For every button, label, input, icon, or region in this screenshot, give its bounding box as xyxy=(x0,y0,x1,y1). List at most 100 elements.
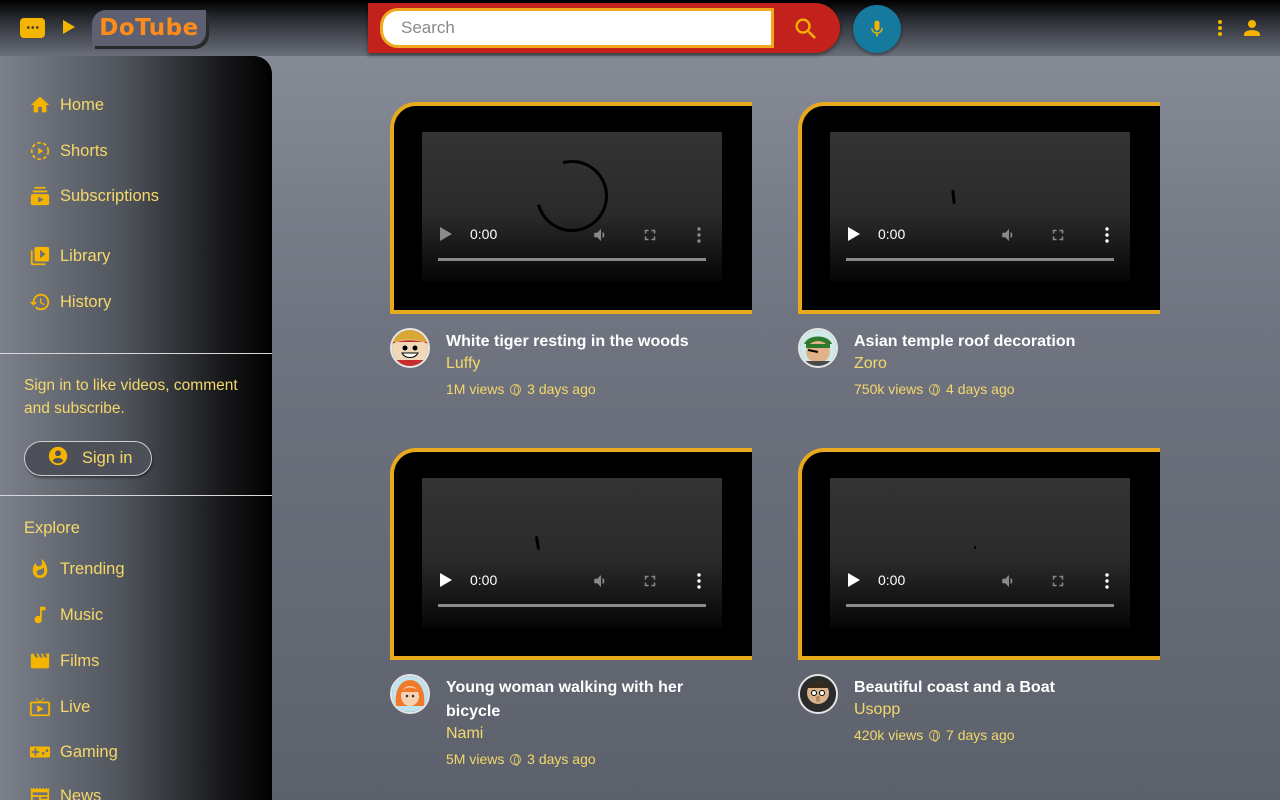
progress-bar[interactable] xyxy=(846,258,1114,261)
sidebar-item-films[interactable]: Films xyxy=(28,647,99,675)
sidebar-item-shorts[interactable]: Shorts xyxy=(28,137,108,165)
play-icon[interactable] xyxy=(440,227,452,241)
video-player[interactable]: 0:00 xyxy=(390,448,752,660)
upload-age: 3 days ago xyxy=(527,751,596,767)
video-time: 0:00 xyxy=(470,572,498,588)
fullscreen-icon[interactable] xyxy=(641,226,659,244)
play-icon[interactable] xyxy=(848,573,860,587)
volume-icon[interactable] xyxy=(1000,226,1018,244)
sidebar-item-gaming[interactable]: Gaming xyxy=(28,738,118,766)
sidebar-item-label: Home xyxy=(60,95,105,114)
sidebar-item-history[interactable]: History xyxy=(28,288,111,316)
news-icon xyxy=(28,784,52,800)
video-player[interactable]: 0:00 xyxy=(390,102,752,314)
sidebar-item-news[interactable]: News xyxy=(28,782,101,800)
video-meta: 750k views 4 days ago xyxy=(854,381,1015,397)
upload-age: 4 days ago xyxy=(946,381,1015,397)
loading-spinner xyxy=(534,535,541,551)
video-more-icon[interactable] xyxy=(690,572,708,590)
video-player[interactable]: 0:00 xyxy=(798,102,1160,314)
history-icon xyxy=(28,290,52,314)
sidebar-item-trending[interactable]: Trending xyxy=(28,555,125,583)
upload-age: 3 days ago xyxy=(527,381,596,397)
live-icon xyxy=(28,695,52,719)
progress-bar[interactable] xyxy=(846,604,1114,607)
globe-icon xyxy=(929,730,941,742)
channel-avatar[interactable] xyxy=(390,674,430,714)
upload-age: 7 days ago xyxy=(946,727,1015,743)
channel-name[interactable]: Usopp xyxy=(854,701,900,719)
view-count: 420k views xyxy=(854,727,924,743)
library-icon xyxy=(28,244,52,268)
volume-icon[interactable] xyxy=(592,572,610,590)
loading-spinner xyxy=(974,546,976,549)
video-title[interactable]: Young woman walking with her bicycle xyxy=(446,676,716,724)
volume-icon[interactable] xyxy=(592,226,610,244)
film-icon xyxy=(28,649,52,673)
channel-avatar[interactable] xyxy=(798,328,838,368)
more-vert-icon[interactable] xyxy=(1212,18,1228,38)
view-count: 5M views xyxy=(446,751,505,767)
user-icon[interactable] xyxy=(1240,16,1264,40)
music-note-icon xyxy=(28,603,52,627)
fullscreen-icon[interactable] xyxy=(1049,572,1067,590)
gamepad-icon xyxy=(28,740,52,764)
sidebar-item-label: History xyxy=(60,292,112,311)
sidebar-item-label: Gaming xyxy=(60,742,118,761)
channel-name[interactable]: Nami xyxy=(446,725,483,743)
sidebar-item-subscriptions[interactable]: Subscriptions xyxy=(28,182,159,210)
sidebar-item-home[interactable]: Home xyxy=(28,91,104,119)
video-frame: 0:00 xyxy=(422,478,722,628)
video-title[interactable]: Asian temple roof decoration xyxy=(854,330,1124,354)
signin-button[interactable]: Sign in xyxy=(24,441,152,476)
play-icon[interactable] xyxy=(440,573,452,587)
search-bar xyxy=(368,3,840,53)
top-bar: DoTube xyxy=(0,0,1280,56)
video-title[interactable]: White tiger resting in the woods xyxy=(446,330,716,354)
globe-icon xyxy=(510,384,522,396)
video-frame: 0:00 xyxy=(422,132,722,282)
video-more-icon[interactable] xyxy=(1098,226,1116,244)
video-more-icon[interactable] xyxy=(690,226,708,244)
video-time: 0:00 xyxy=(878,226,906,242)
sidebar-divider xyxy=(0,353,272,354)
signin-prompt: Sign in to like videos, comment and subs… xyxy=(24,377,238,417)
play-icon[interactable] xyxy=(848,227,860,241)
volume-icon[interactable] xyxy=(1000,572,1018,590)
sidebar-item-label: Shorts xyxy=(60,141,108,160)
channel-name[interactable]: Zoro xyxy=(854,355,887,373)
sidebar-item-label: Live xyxy=(60,697,91,716)
channel-avatar[interactable] xyxy=(798,674,838,714)
fullscreen-icon[interactable] xyxy=(1049,226,1067,244)
channel-name[interactable]: Luffy xyxy=(446,355,480,373)
shorts-icon xyxy=(28,139,52,163)
sidebar-item-library[interactable]: Library xyxy=(28,242,110,270)
video-more-icon[interactable] xyxy=(1098,572,1116,590)
microphone-icon[interactable] xyxy=(853,5,901,53)
video-meta: 1M views 3 days ago xyxy=(446,381,596,397)
sidebar-item-music[interactable]: Music xyxy=(28,601,103,629)
search-input[interactable] xyxy=(380,8,774,48)
subscriptions-icon xyxy=(28,184,52,208)
video-player[interactable]: 0:00 xyxy=(798,448,1160,660)
loading-spinner xyxy=(951,189,956,205)
progress-bar[interactable] xyxy=(438,258,706,261)
channel-avatar[interactable] xyxy=(390,328,430,368)
account-circle-icon xyxy=(47,445,69,472)
search-icon[interactable] xyxy=(792,15,820,43)
sidebar-item-label: News xyxy=(60,786,102,800)
video-title[interactable]: Beautiful coast and a Boat xyxy=(854,676,1124,700)
view-count: 1M views xyxy=(446,381,505,397)
globe-icon xyxy=(929,384,941,396)
view-count: 750k views xyxy=(854,381,924,397)
video-time: 0:00 xyxy=(470,226,498,242)
flame-icon xyxy=(28,557,52,581)
progress-bar[interactable] xyxy=(438,604,706,607)
sidebar-item-label: Films xyxy=(60,651,100,670)
play-logo-icon xyxy=(63,20,75,34)
app-logo[interactable]: DoTube xyxy=(92,10,206,46)
video-time: 0:00 xyxy=(878,572,906,588)
menu-icon[interactable] xyxy=(20,18,45,38)
fullscreen-icon[interactable] xyxy=(641,572,659,590)
sidebar-item-live[interactable]: Live xyxy=(28,693,90,721)
